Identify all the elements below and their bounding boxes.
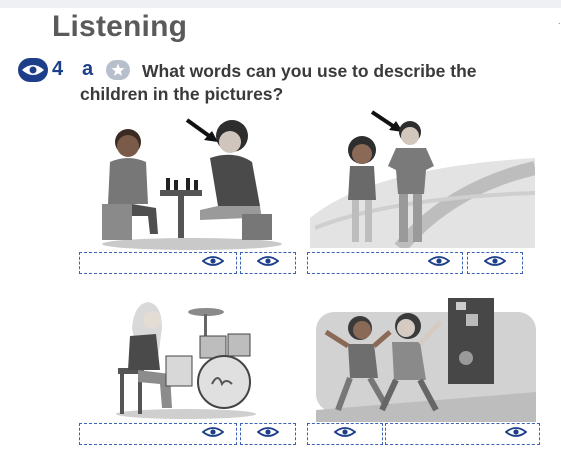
question-number: 4 bbox=[52, 58, 64, 80]
running-girls-illustration bbox=[316, 298, 536, 422]
eye-icon bbox=[504, 425, 528, 443]
eye-icon bbox=[256, 425, 280, 443]
answer-box-7[interactable] bbox=[307, 423, 383, 445]
eye-icon bbox=[201, 254, 225, 272]
drummer-illustration bbox=[116, 302, 256, 419]
chess-illustration bbox=[102, 118, 282, 250]
top-strip bbox=[0, 0, 561, 8]
eye-icon bbox=[18, 58, 48, 82]
answer-box-8[interactable] bbox=[385, 423, 540, 445]
margin-mark: · bbox=[557, 18, 561, 29]
eye-icon bbox=[427, 254, 451, 272]
standing-children-illustration bbox=[310, 110, 535, 248]
answer-box-5[interactable] bbox=[79, 423, 237, 445]
answer-box-2[interactable] bbox=[240, 252, 296, 274]
answer-box-4[interactable] bbox=[467, 252, 523, 274]
eye-icon bbox=[333, 425, 357, 443]
question-letter: a bbox=[82, 58, 94, 80]
question-text-line2: children in the pictures? bbox=[80, 84, 284, 104]
answer-box-6[interactable] bbox=[240, 423, 296, 445]
star-icon bbox=[106, 60, 130, 80]
question-text-line1: What words can you use to describe the bbox=[142, 61, 477, 81]
answer-box-3[interactable] bbox=[307, 252, 463, 274]
eye-icon bbox=[483, 254, 507, 272]
eye-icon bbox=[201, 425, 225, 443]
section-heading: Listening bbox=[52, 10, 188, 43]
answer-box-1[interactable] bbox=[79, 252, 237, 274]
eye-icon bbox=[256, 254, 280, 272]
